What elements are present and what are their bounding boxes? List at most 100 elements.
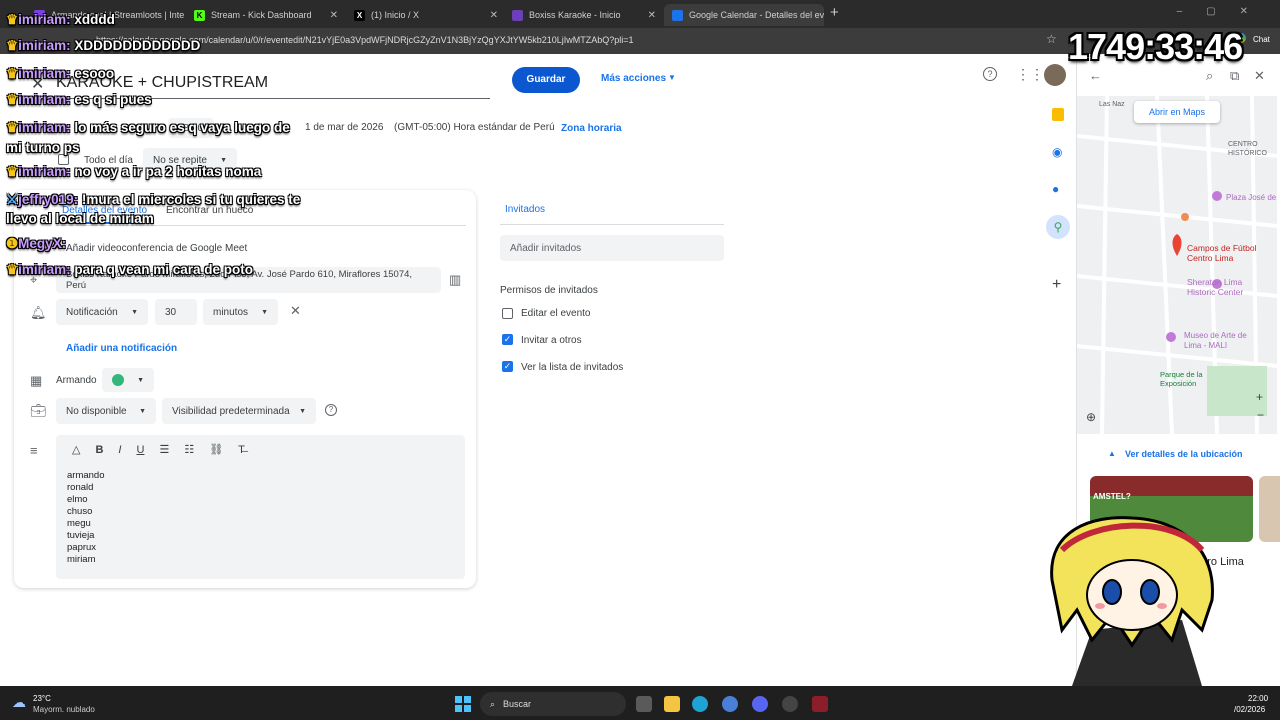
edit-event-checkbox[interactable] (502, 308, 513, 319)
timezone-link[interactable]: Zona horaria (561, 123, 622, 134)
bulleted-list-icon[interactable]: ☷ (184, 443, 194, 456)
crown-icon: ♛ (6, 120, 19, 135)
more-actions-button[interactable]: Más acciones (601, 73, 666, 84)
taskbar-search[interactable]: ⌕ Buscar (480, 692, 626, 716)
description-text[interactable]: armando ronald elmo chuso megu tuvieja p… (67, 470, 105, 566)
remove-notification-icon[interactable]: ✕ (290, 303, 301, 319)
chevron-up-icon[interactable]: ▲ (1108, 449, 1116, 458)
add-meet-button[interactable]: Añadir videoconferencia de Google Meet (66, 243, 247, 254)
edge-icon[interactable] (692, 696, 708, 712)
tab-google-calendar[interactable]: Google Calendar - Detalles del eve✕ (664, 4, 824, 26)
x-icon: X (354, 9, 365, 21)
star-icon[interactable]: ☆ (1046, 32, 1057, 46)
help-icon[interactable]: ? (325, 404, 337, 416)
tab-kick[interactable]: K Stream - Kick Dashboard ✕ (186, 4, 346, 26)
bell-icon: 🔔︎ (30, 305, 47, 320)
weather-temp[interactable]: 23°C (33, 694, 51, 703)
recenter-icon[interactable]: ⊕ (1086, 410, 1096, 424)
zoom-out-button[interactable]: − (1257, 408, 1264, 422)
map-icon[interactable]: ▥ (449, 272, 461, 288)
back-arrow-icon[interactable]: ← (1089, 68, 1102, 83)
open-in-maps-button[interactable]: Abrir en Maps (1134, 101, 1220, 123)
drive-icon[interactable]: △ (72, 443, 80, 456)
tasks-icon[interactable]: ◉ (1052, 145, 1062, 159)
map-label: CENTRO HISTÓRICO (1228, 141, 1267, 157)
task-view-icon[interactable] (636, 696, 652, 712)
close-icon[interactable]: ✕ (330, 10, 338, 21)
chrome-icon[interactable] (722, 696, 738, 712)
close-icon[interactable]: ✕ (1254, 68, 1265, 84)
discord-icon[interactable] (752, 696, 768, 712)
map-label: Las Naz (1099, 101, 1125, 108)
sword-icon: ⚔ (6, 192, 19, 207)
description-box[interactable] (56, 435, 465, 579)
timezone-text: (GMT-05:00) Hora estándar de Perú (394, 122, 555, 133)
chevron-down-icon[interactable]: ▼ (668, 73, 676, 82)
tab-boxiss[interactable]: Boxiss Karaoke - Inicio ✕ (504, 4, 664, 26)
visibility-select[interactable]: Visibilidad predeterminada ▼ (162, 398, 316, 424)
calendar-color-select[interactable]: ▼ (102, 368, 154, 392)
guests-divider (500, 224, 724, 225)
availability-select[interactable]: No disponible ▼ (56, 398, 156, 424)
chat-message: ♛imiriam: no voy a ir pa 2 horitas noma (6, 164, 262, 179)
notification-type-select[interactable]: Notificación ▼ (56, 299, 148, 325)
tab-guests[interactable]: Invitados (505, 204, 545, 215)
zoom-in-button[interactable]: + (1256, 390, 1263, 404)
help-icon[interactable]: ? (983, 67, 997, 81)
place-icon (1212, 191, 1222, 201)
place-photo[interactable] (1259, 476, 1280, 542)
weather-icon[interactable]: ☁ (12, 694, 26, 711)
kick-icon: K (194, 9, 205, 21)
clear-format-icon[interactable]: T̶ (238, 444, 245, 456)
stream-timer: 1749:33:46 (1068, 26, 1243, 67)
chat-message: ❶MegyX: (6, 236, 67, 251)
description-icon: ≡ (30, 443, 38, 458)
calendar-icon: ▦ (30, 373, 43, 388)
search-icon[interactable]: ⌕ (1206, 68, 1213, 84)
bold-icon[interactable]: B (95, 444, 103, 456)
end-date-field[interactable]: 1 de mar de 2026 (305, 122, 383, 133)
notification-value-input[interactable]: 30 (155, 299, 197, 325)
calendar-icon (672, 9, 683, 21)
see-guest-list-checkbox[interactable]: ✓ (502, 361, 513, 372)
clock-date[interactable]: /02/2026 (1234, 705, 1265, 714)
maps-icon[interactable]: ⚲ (1046, 215, 1070, 239)
link-icon[interactable]: ⛓︎ (209, 443, 223, 456)
start-button[interactable] (455, 696, 471, 712)
notification-unit-select[interactable]: minutos ▼ (203, 299, 278, 325)
avatar[interactable] (1044, 64, 1066, 86)
search-icon: ⌕ (490, 698, 496, 709)
close-icon[interactable]: ✕ (490, 10, 498, 21)
add-notification-link[interactable]: Añadir una notificación (66, 343, 177, 354)
permissions-title: Permisos de invitados (500, 285, 598, 296)
see-guest-list-label: Ver la lista de invitados (521, 362, 624, 373)
obs-icon[interactable] (782, 696, 798, 712)
numbered-list-icon[interactable]: ☰ (159, 443, 169, 456)
chat-button[interactable]: Chat (1253, 35, 1270, 44)
keep-icon[interactable] (1052, 108, 1064, 121)
chat-message: ♛imiriam: esooo (6, 66, 115, 81)
apps-grid-icon[interactable]: ⋮⋮ (1016, 66, 1044, 83)
weather-desc[interactable]: Mayorm. nublado (33, 705, 95, 714)
add-addon-icon[interactable]: + (1052, 276, 1061, 294)
file-explorer-icon[interactable] (664, 696, 680, 712)
clock-time[interactable]: 22:00 (1248, 694, 1268, 703)
add-guests-input[interactable]: Añadir invitados (500, 235, 724, 261)
app-icon[interactable] (812, 696, 828, 712)
underline-icon[interactable]: U (136, 444, 144, 456)
close-icon[interactable]: ✕ (648, 10, 656, 21)
window-controls[interactable]: –▢✕ (1177, 6, 1272, 17)
save-button[interactable]: Guardar (512, 67, 580, 93)
chat-message: ♛imiriam: para q vean mi cara de poto (6, 262, 253, 277)
location-details-link[interactable]: Ver detalles de la ubicación (1125, 449, 1243, 459)
badge-icon: ❶ (6, 236, 19, 251)
open-external-icon[interactable]: ⧉ (1230, 68, 1239, 84)
browser-tab-strip: Armando cual | Streamloots | Inte✕ KStre… (0, 0, 1280, 28)
invite-others-checkbox[interactable]: ✓ (502, 334, 513, 345)
italic-icon[interactable]: I (118, 444, 121, 456)
tab-x[interactable]: X (1) Inicio / X ✕ (346, 4, 506, 26)
crown-icon: ♛ (6, 164, 19, 179)
contacts-icon[interactable]: ● (1052, 182, 1059, 196)
new-tab-icon[interactable]: + (830, 4, 839, 21)
chat-message: ♛imiriam: XDDDDDDDDDDDD (6, 38, 201, 53)
